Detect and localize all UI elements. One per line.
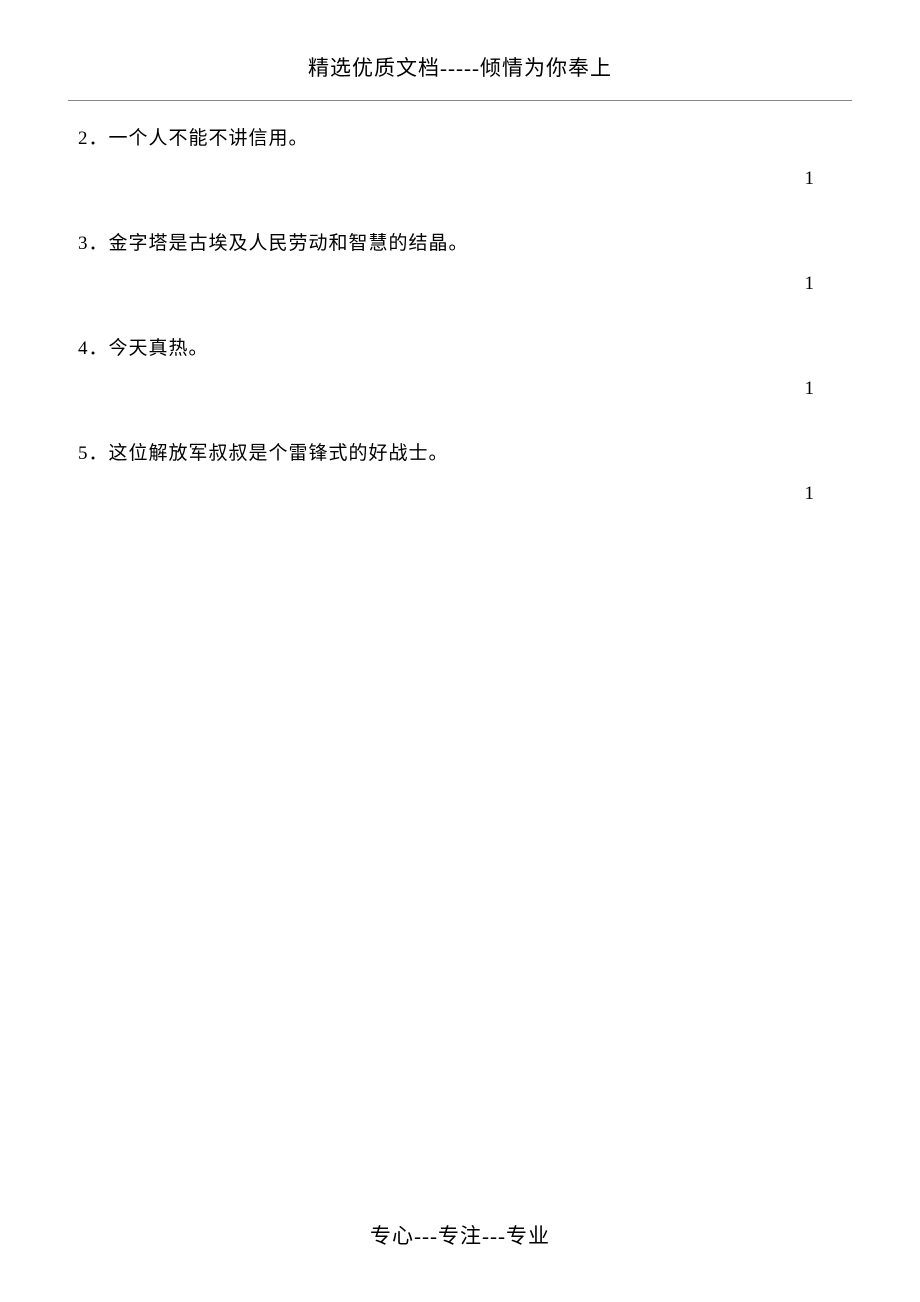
item-mark: 1 — [78, 378, 842, 400]
item-mark: 1 — [78, 273, 842, 295]
list-item: 3．金字塔是古埃及人民劳动和智慧的结晶。 1 — [78, 228, 842, 295]
item-text: 3．金字塔是古埃及人民劳动和智慧的结晶。 — [78, 228, 842, 255]
item-text: 5．这位解放军叔叔是个雷锋式的好战士。 — [78, 438, 842, 465]
item-mark: 1 — [78, 483, 842, 505]
list-item: 5．这位解放军叔叔是个雷锋式的好战士。 1 — [78, 438, 842, 505]
list-item: 2．一个人不能不讲信用。 1 — [78, 123, 842, 190]
list-item: 4．今天真热。 1 — [78, 333, 842, 400]
item-text: 2．一个人不能不讲信用。 — [78, 123, 842, 150]
page-header: 精选优质文档-----倾情为你奉上 — [0, 0, 920, 92]
content-area: 2．一个人不能不讲信用。 1 3．金字塔是古埃及人民劳动和智慧的结晶。 1 4．… — [0, 101, 920, 505]
page-footer: 专心---专注---专业 — [0, 1220, 920, 1250]
item-mark: 1 — [78, 168, 842, 190]
header-title: 精选优质文档-----倾情为你奉上 — [308, 56, 612, 80]
item-text: 4．今天真热。 — [78, 333, 842, 360]
footer-text: 专心---专注---专业 — [370, 1224, 550, 1248]
